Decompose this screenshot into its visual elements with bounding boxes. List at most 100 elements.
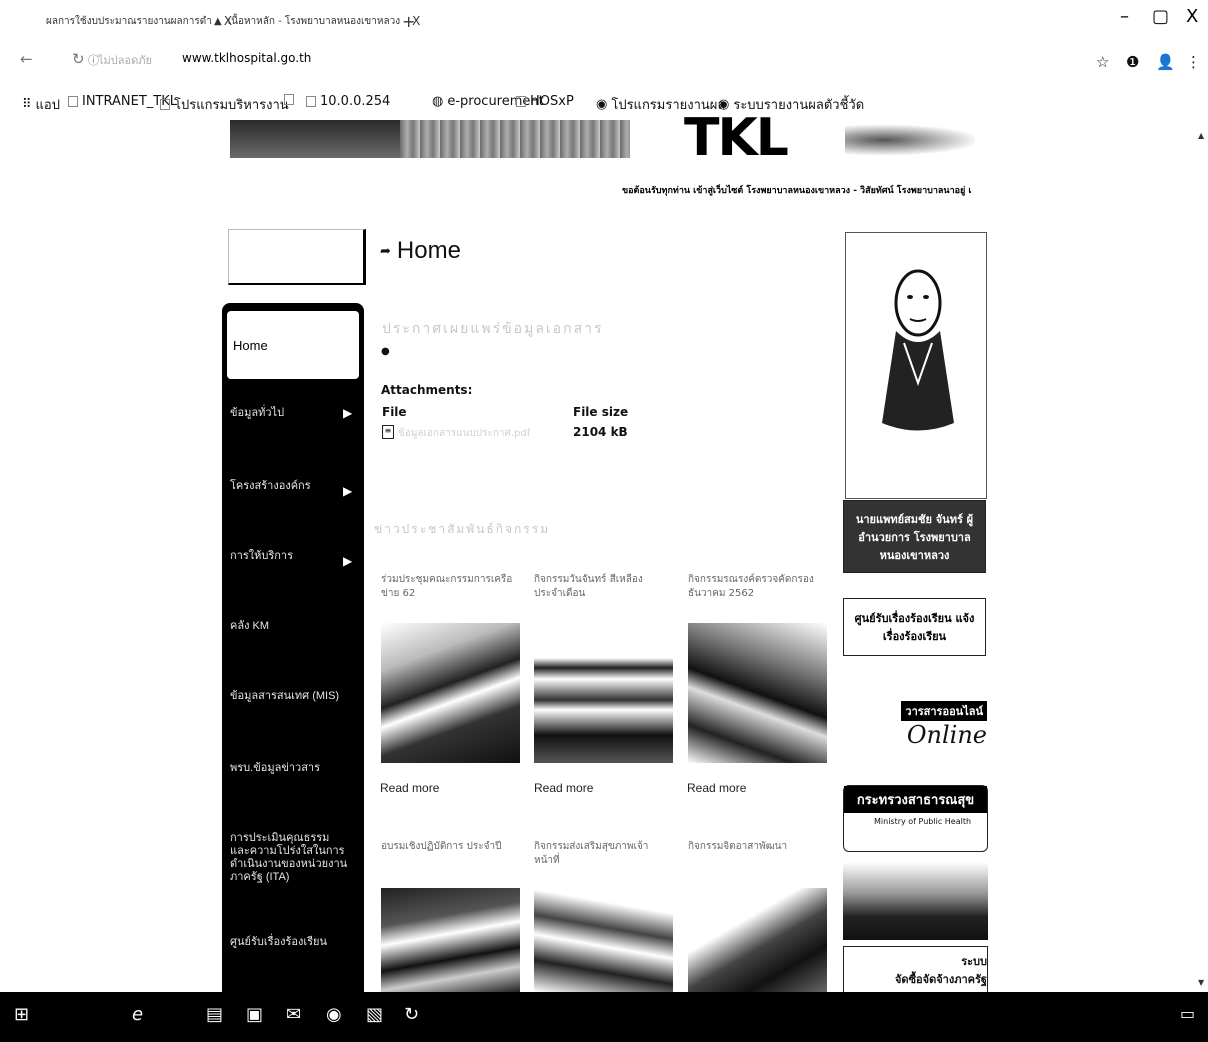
news-caption[interactable]: ร่วมประชุมคณะกรรมการเครือข่าย 62 bbox=[381, 573, 521, 601]
director-portrait bbox=[845, 232, 987, 499]
moph-title-en: Ministry of Public Health bbox=[874, 817, 972, 826]
bookmark-blank[interactable] bbox=[284, 94, 294, 105]
welcome-marquee: ขอต้อนรับทุกท่าน เข้าสู่เว็บไซต์ โรงพยาบ… bbox=[622, 186, 972, 196]
article-heading: ประกาศเผยแพร่ข้อมูลเอกสาร bbox=[382, 321, 604, 337]
page-icon bbox=[160, 99, 170, 110]
read-more-link[interactable]: Read more bbox=[687, 781, 746, 795]
sidebar-item-organization[interactable]: โครงสร้างองค์กร bbox=[230, 480, 348, 493]
back-icon[interactable]: ← bbox=[20, 50, 33, 68]
page-title-text: Home bbox=[396, 237, 461, 264]
bookmark-ip[interactable]: 10.0.0.254 bbox=[306, 94, 390, 109]
header-logo: TKL bbox=[684, 108, 789, 168]
new-tab-button[interactable]: + bbox=[402, 10, 415, 32]
scroll-down-icon[interactable]: ▼ bbox=[1198, 978, 1204, 987]
bullet-icon: ● bbox=[381, 346, 390, 357]
bookmark-hosxp[interactable]: HOSxP bbox=[516, 94, 574, 109]
security-label: ไม่ปลอดภัย bbox=[98, 54, 152, 67]
page-icon bbox=[68, 96, 78, 107]
minimize-button[interactable]: – bbox=[1120, 6, 1129, 27]
caret-right-icon: ▶ bbox=[343, 484, 353, 498]
page-icon bbox=[306, 96, 316, 107]
attachment-size: 2104 kB bbox=[573, 425, 628, 439]
online-journal-title: วารสารออนไลน์ bbox=[901, 701, 987, 721]
director-caption-banner: นายแพทย์สมชัย จันทร์ ผู้อำนวยการ โรงพยาบ… bbox=[843, 500, 986, 573]
complaint-center-banner[interactable]: ศูนย์รับเรื่องร้องเรียน แจ้งเรื่องร้องเร… bbox=[843, 598, 986, 656]
sidebar-item-ita[interactable]: การประเมินคุณธรรมและความโปร่งใสในการดำเน… bbox=[230, 832, 348, 884]
news-section-heading: ข่าวประชาสัมพันธ์กิจกรรม bbox=[374, 522, 551, 536]
page-icon bbox=[516, 96, 526, 107]
news-caption[interactable]: กิจกรรมจิตอาสาพัฒนา bbox=[688, 840, 828, 854]
online-journal-banner[interactable]: วารสารออนไลน์ Online bbox=[843, 688, 988, 762]
sidebar-search-box[interactable] bbox=[228, 229, 366, 285]
sidebar-item-services[interactable]: การให้บริการ bbox=[230, 550, 348, 563]
hospital-building-image[interactable] bbox=[843, 862, 988, 940]
news-photo[interactable] bbox=[381, 888, 520, 992]
tab-2-title: เนื้อหาหลัก - โรงพยาบาลหนองเขาหลวง bbox=[227, 15, 401, 27]
tab-1[interactable]: ผลการใช้งบประมาณรายงานผลการดำ X bbox=[46, 10, 232, 32]
sidebar-item-complaints[interactable]: ศูนย์รับเรื่องร้องเรียน bbox=[230, 936, 348, 949]
read-more-link[interactable]: Read more bbox=[534, 781, 593, 795]
maximize-button[interactable]: ▢ bbox=[1152, 6, 1169, 27]
sidebar-item-info-act[interactable]: พรบ.ข้อมูลข่าวสาร bbox=[230, 762, 348, 775]
attachments-size-header: File size bbox=[573, 405, 629, 419]
ie-icon[interactable]: e bbox=[132, 1004, 143, 1025]
windows-start-icon[interactable]: ⊞ bbox=[14, 1004, 29, 1025]
extension-icon[interactable]: ❶ bbox=[1126, 53, 1139, 71]
attachment-link[interactable]: ข้อมูลเอกสารแนบประกาศ.pdf bbox=[398, 426, 530, 441]
pdf-file-icon: ≡ bbox=[382, 425, 394, 439]
news-photo[interactable] bbox=[534, 623, 673, 763]
header-banner-photos bbox=[400, 120, 630, 158]
moph-title-th: กระทรวงสาธารณสุข bbox=[844, 786, 987, 813]
file-explorer-icon[interactable]: ▤ bbox=[206, 1004, 223, 1025]
header-banner-decoration bbox=[845, 125, 975, 155]
attachments-heading: Attachments: bbox=[381, 383, 473, 397]
notification-icon[interactable]: ▭ bbox=[1180, 1004, 1195, 1023]
pin-icon: ➦ bbox=[380, 243, 391, 258]
news-photo[interactable] bbox=[381, 623, 520, 763]
globe-icon: ◍ bbox=[432, 94, 444, 109]
reload-icon[interactable]: ↻ bbox=[72, 50, 85, 68]
chrome-icon[interactable]: ◉ bbox=[326, 1004, 342, 1025]
store-icon[interactable]: ▣ bbox=[246, 1004, 263, 1025]
sidebar-item-home-label: Home bbox=[233, 338, 268, 353]
news-photo[interactable] bbox=[688, 888, 827, 992]
chrome-bookmark-icon: ◉ bbox=[596, 97, 608, 112]
egp-line2: จัดซื้อจัดจ้างภาครัฐ bbox=[894, 973, 987, 986]
tab-1-title: ผลการใช้งบประมาณรายงานผลการดำ bbox=[46, 15, 212, 27]
star-icon[interactable]: ☆ bbox=[1096, 53, 1109, 71]
page-title: ➦ Home bbox=[380, 237, 461, 265]
online-journal-online: Online bbox=[906, 721, 987, 749]
apps-icon: ⠿ bbox=[22, 97, 32, 112]
taskbar bbox=[0, 992, 1208, 1042]
document-icon[interactable]: ▧ bbox=[366, 1004, 383, 1025]
sidebar-item-km[interactable]: คลัง KM bbox=[230, 620, 348, 633]
sidebar-item-general-info[interactable]: ข้อมูลทั่วไป bbox=[230, 407, 348, 420]
close-window-button[interactable]: X bbox=[1186, 6, 1198, 27]
page-icon bbox=[284, 94, 294, 105]
app-icon[interactable]: ↻ bbox=[404, 1004, 419, 1025]
attachments-file-header: File bbox=[382, 405, 407, 419]
bookmark-apps[interactable]: ⠿ แอป bbox=[22, 94, 60, 115]
header-banner-image bbox=[230, 120, 400, 158]
mail-icon[interactable]: ✉ bbox=[286, 1004, 301, 1025]
bookmark-program[interactable]: โปรแกรมบริหารงาน bbox=[160, 94, 289, 115]
news-photo[interactable] bbox=[534, 888, 673, 992]
sidebar-item-mis[interactable]: ข้อมูลสารสนเทศ (MIS) bbox=[230, 690, 348, 703]
caret-right-icon: ▶ bbox=[343, 406, 353, 420]
news-caption[interactable]: อบรมเชิงปฏิบัติการ ประจำปี bbox=[381, 840, 521, 854]
menu-icon[interactable]: ⋮ bbox=[1186, 53, 1201, 71]
scroll-up-icon[interactable]: ▲ bbox=[1198, 131, 1204, 140]
address-bar-url[interactable]: www.tklhospital.go.th bbox=[182, 51, 311, 65]
tab-2-favicon-icon: ▲ bbox=[214, 15, 222, 27]
read-more-link[interactable]: Read more bbox=[380, 781, 439, 795]
news-caption[interactable]: กิจกรรมรณรงค์ตรวจคัดกรอง ธันวาคม 2562 bbox=[688, 573, 828, 601]
profile-icon[interactable]: 👤 bbox=[1156, 53, 1175, 71]
moph-banner[interactable]: กระทรวงสาธารณสุข Ministry of Public Heal… bbox=[843, 785, 988, 852]
news-caption[interactable]: กิจกรรมส่งเสริมสุขภาพเจ้าหน้าที่ bbox=[534, 840, 674, 868]
news-caption[interactable]: กิจกรรมวันจันทร์ สีเหลือง ประจำเดือน bbox=[534, 573, 674, 601]
caret-right-icon: ▶ bbox=[343, 554, 353, 568]
egp-banner[interactable]: ระบบ จัดซื้อจัดจ้างภาครัฐ bbox=[843, 946, 988, 994]
egp-line1: ระบบ bbox=[961, 955, 987, 968]
tab-2[interactable]: ▲ เนื้อหาหลัก - โรงพยาบาลหนองเขาหลวง X bbox=[214, 10, 420, 32]
news-photo[interactable] bbox=[688, 623, 827, 763]
